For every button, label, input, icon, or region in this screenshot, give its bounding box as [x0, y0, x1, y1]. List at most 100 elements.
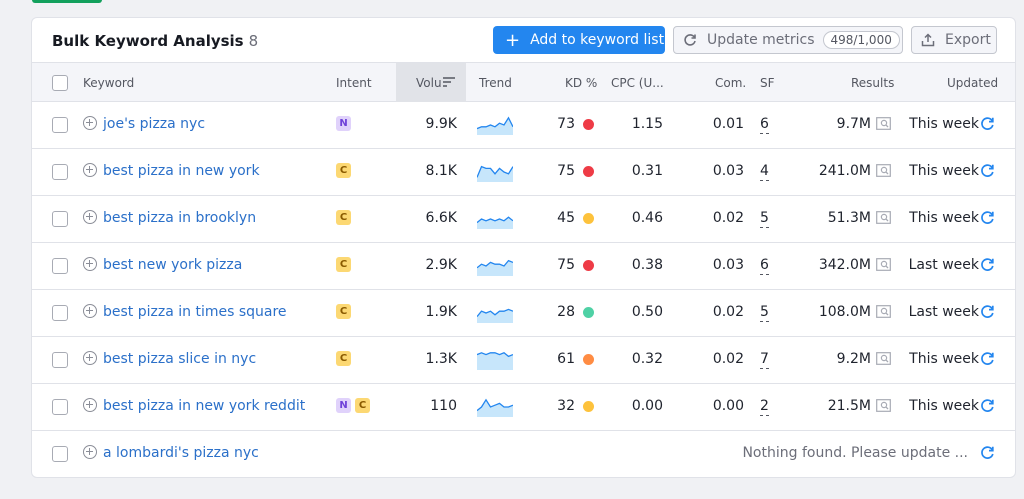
refresh-icon[interactable] — [980, 398, 995, 417]
keyword-link[interactable]: best new york pizza — [103, 257, 242, 273]
row-checkbox[interactable] — [52, 446, 68, 462]
column-kd[interactable]: KD % — [565, 76, 597, 90]
column-keyword[interactable]: Keyword — [83, 76, 134, 90]
table-row: best new york pizza C 2.9K 75 0.38 0.03 6 342.0… — [32, 243, 1015, 290]
row-checkbox[interactable] — [52, 305, 68, 321]
column-volume[interactable]: Volu — [396, 63, 466, 102]
serp-features-count[interactable]: 6 — [760, 116, 769, 134]
table-row: joe's pizza nyc N 9.9K 73 1.15 0.01 6 9.7M This … — [32, 102, 1015, 149]
export-button[interactable]: Export — [911, 26, 997, 54]
export-icon — [921, 33, 935, 47]
serp-icon[interactable] — [876, 211, 891, 228]
refresh-icon[interactable] — [980, 351, 995, 370]
row-checkbox[interactable] — [52, 117, 68, 133]
intent-badge: N — [336, 398, 351, 413]
column-com[interactable]: Com. — [715, 76, 746, 90]
refresh-icon[interactable] — [980, 163, 995, 182]
keyword-link[interactable]: best pizza in new york — [103, 163, 260, 179]
competition-value: 0.02 — [712, 304, 744, 320]
serp-features-count[interactable]: 2 — [760, 398, 769, 416]
add-keyword-icon[interactable] — [83, 351, 97, 365]
refresh-icon[interactable] — [980, 116, 995, 135]
refresh-icon[interactable] — [980, 445, 995, 464]
competition-value: 0.03 — [712, 163, 744, 179]
serp-icon[interactable] — [876, 305, 891, 322]
column-cpc[interactable]: CPC (U... — [611, 76, 664, 90]
updated-value: This week — [909, 351, 979, 367]
cpc-value: 0.32 — [631, 351, 663, 367]
keyword-table-panel: Bulk Keyword Analysis 8 + Add to keyword … — [31, 17, 1016, 478]
serp-features-count[interactable]: 5 — [760, 210, 769, 228]
serp-icon[interactable] — [876, 117, 891, 134]
updated-value: Last week — [908, 257, 979, 273]
serp-features-count[interactable]: 7 — [760, 351, 769, 369]
column-intent[interactable]: Intent — [336, 76, 372, 90]
add-keyword-icon[interactable] — [83, 304, 97, 318]
table-row: best pizza in brooklyn C 6.6K 45 0.46 0.02 5 51… — [32, 196, 1015, 243]
serp-icon[interactable] — [876, 399, 891, 416]
keyword-link[interactable]: best pizza in brooklyn — [103, 210, 256, 226]
intent-badge: C — [336, 163, 351, 178]
column-updated[interactable]: Updated — [947, 76, 998, 90]
kd-difficulty-dot — [583, 401, 594, 412]
results-value: 108.0M — [818, 304, 871, 320]
keyword-link[interactable]: best pizza slice in nyc — [103, 351, 256, 367]
column-results[interactable]: Results — [851, 76, 894, 90]
competition-value: 0.00 — [712, 398, 744, 414]
kd-difficulty-dot — [583, 213, 594, 224]
serp-features-count[interactable]: 4 — [760, 163, 769, 181]
cpc-value: 1.15 — [631, 116, 663, 132]
trend-sparkline — [477, 165, 513, 182]
intent-badges: C — [336, 210, 351, 225]
add-to-keyword-list-button[interactable]: + Add to keyword list — [493, 26, 665, 54]
export-button-label: Export — [945, 32, 991, 48]
update-metrics-button[interactable]: Update metrics 498/1,000 — [673, 26, 903, 54]
serp-icon[interactable] — [876, 258, 891, 275]
intent-badge: N — [336, 116, 351, 131]
volume-value: 2.9K — [425, 257, 457, 273]
add-keyword-icon[interactable] — [83, 116, 97, 130]
trend-sparkline — [477, 216, 513, 229]
add-keyword-icon[interactable] — [83, 210, 97, 224]
keyword-link[interactable]: best pizza in times square — [103, 304, 287, 320]
trend-sparkline — [477, 259, 513, 276]
serp-icon[interactable] — [876, 164, 891, 181]
serp-features-count[interactable]: 5 — [760, 304, 769, 322]
select-all-checkbox[interactable] — [52, 75, 68, 91]
results-value: 9.7M — [836, 116, 871, 132]
column-trend[interactable]: Trend — [479, 76, 512, 90]
keyword-link[interactable]: joe's pizza nyc — [103, 116, 205, 132]
serp-icon[interactable] — [876, 352, 891, 369]
intent-badges: C — [336, 163, 351, 178]
kd-value: 28 — [557, 304, 575, 320]
intent-badge: C — [336, 257, 351, 272]
kd-difficulty-dot — [583, 307, 594, 318]
kd-difficulty-dot — [583, 354, 594, 365]
row-checkbox[interactable] — [52, 258, 68, 274]
refresh-icon[interactable] — [980, 210, 995, 229]
add-keyword-icon[interactable] — [83, 257, 97, 271]
trend-area — [477, 260, 513, 276]
add-keyword-icon[interactable] — [83, 398, 97, 412]
row-checkbox[interactable] — [52, 352, 68, 368]
refresh-icon[interactable] — [980, 257, 995, 276]
results-value: 241.0M — [818, 163, 871, 179]
intent-badge: C — [355, 398, 370, 413]
row-checkbox[interactable] — [52, 399, 68, 415]
intent-badges: C — [336, 257, 351, 272]
row-checkbox[interactable] — [52, 164, 68, 180]
volume-value: 110 — [430, 398, 457, 414]
keyword-count: 8 — [248, 32, 259, 50]
results-value: 342.0M — [818, 257, 871, 273]
refresh-icon[interactable] — [980, 304, 995, 323]
keyword-link[interactable]: a lombardi's pizza nyc — [103, 445, 259, 461]
add-keyword-icon[interactable] — [83, 163, 97, 177]
nothing-found-message: Nothing found. Please update ... — [742, 445, 968, 461]
keyword-link[interactable]: best pizza in new york reddit — [103, 398, 305, 414]
intent-badges: C — [336, 304, 351, 319]
column-sf[interactable]: SF — [760, 76, 775, 90]
add-keyword-icon[interactable] — [83, 445, 97, 459]
row-checkbox[interactable] — [52, 211, 68, 227]
serp-features-count[interactable]: 6 — [760, 257, 769, 275]
update-limit-badge: 498/1,000 — [822, 31, 900, 49]
